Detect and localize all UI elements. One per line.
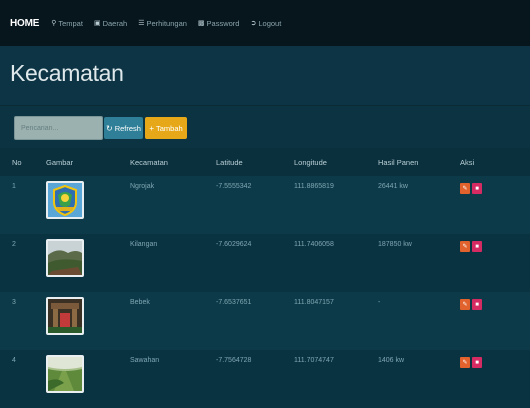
edit-button[interactable]: ✎ [460,357,470,368]
nav-item-logout[interactable]: ➲ Logout [250,19,281,28]
col-header-gambar[interactable]: Gambar [34,148,118,176]
edit-icon: ✎ [462,302,468,308]
emblem-image [48,183,82,217]
nav-item-label: Daerah [102,18,128,28]
cell-aksi: ✎ ■ [448,176,530,234]
cell-hasil-panen: 26441 kw [378,183,408,190]
cell-aksi: ✎ ■ [448,350,530,408]
picture-icon: ▣ [93,20,101,27]
nav-item-label: Password [206,18,240,28]
cell-kecamatan: Sawahan [130,357,160,364]
cell-longitude: 111.7406058 [294,241,334,248]
top-navbar: HOME ⚲ Tempat ▣ Daerah ☰ Perhitungan ▩ P… [0,0,530,46]
cell-longitude: 111.7074747 [294,357,334,364]
cell-hasil-panen: 1406 kw [378,357,405,364]
nav-item-tempat[interactable]: ⚲ Tempat [51,19,83,28]
cell-gambar [34,176,118,234]
refresh-icon: ↻ [106,123,113,133]
col-header-latitude[interactable]: Latitude [204,148,282,176]
edit-icon: ✎ [462,244,468,250]
delete-button[interactable]: ■ [472,241,482,252]
kecamatan-thumbnail[interactable] [46,181,84,219]
refresh-button[interactable]: ↻ Refresh [104,117,143,139]
delete-button[interactable]: ■ [472,357,482,368]
cell-latitude: -7.6029624 [216,241,252,248]
gate-image [48,299,82,333]
lock-icon: ▩ [197,20,205,27]
edit-icon: ✎ [462,186,468,192]
nav-item-label: Logout [258,18,282,28]
col-header-hasil-panen[interactable]: Hasil Panen [366,148,448,176]
trash-icon: ■ [475,243,479,250]
kecamatan-thumbnail[interactable] [46,297,84,335]
cell-aksi: ✎ ■ [448,234,530,292]
col-header-longitude[interactable]: Longitude [282,148,366,176]
nav-item-password[interactable]: ▩ Password [198,19,240,28]
col-header-kecamatan[interactable]: Kecamatan [118,148,204,176]
edit-button[interactable]: ✎ [460,183,470,194]
cell-longitude: 111.8047157 [294,299,334,306]
table-row: 2 Kilangan -7.6029624 111.7406058 187850… [0,234,530,292]
trash-icon: ■ [475,359,479,366]
page-header: Kecamatan [0,46,530,106]
nav-item-label: Perhitungan [146,18,187,28]
cell-no: 3 [12,299,16,306]
cell-no: 2 [12,241,16,248]
cell-hasil-panen: - [378,299,381,306]
cell-latitude: -7.7564728 [216,357,252,364]
kecamatan-thumbnail[interactable] [46,355,84,393]
col-header-aksi: Aksi [460,157,475,167]
cell-kecamatan: Bebek [130,299,150,306]
plus-icon: + [149,123,154,133]
delete-button[interactable]: ■ [472,183,482,194]
cell-kecamatan: Ngrojak [130,183,155,190]
edit-button[interactable]: ✎ [460,299,470,310]
logout-icon: ➲ [250,20,257,27]
nav-item-label: Tempat [58,18,83,28]
search-input[interactable] [14,116,103,140]
cell-no: 1 [12,183,16,190]
table-row: 3 Bebek -7.6537651 111.8047157 - ✎ ■ [0,292,530,350]
cell-aksi: ✎ ■ [448,292,530,350]
delete-button[interactable]: ■ [472,299,482,310]
nav-home-link[interactable]: HOME [10,18,39,29]
hills-image [48,241,82,275]
cell-gambar [34,234,118,292]
kecamatan-thumbnail[interactable] [46,239,84,277]
cell-gambar [34,292,118,350]
cell-latitude: -7.5555342 [216,183,252,190]
trash-icon: ■ [475,185,479,192]
page-title: Kecamatan [10,60,124,86]
field-image [48,357,82,391]
kecamatan-table: No Gambar Kecamatan Latitude Longitude H… [0,148,530,408]
toolbar: ↻ Refresh + Tambah [0,106,530,148]
add-button[interactable]: + Tambah [145,117,187,139]
map-marker-icon: ⚲ [51,20,57,27]
nav-item-perhitungan[interactable]: ☰ Perhitungan [138,19,187,28]
edit-icon: ✎ [462,360,468,366]
nav-item-daerah[interactable]: ▣ Daerah [94,19,127,28]
cell-kecamatan: Kilangan [130,241,158,248]
refresh-label: Refresh [114,123,141,133]
cell-hasil-panen: 187850 kw [378,241,412,248]
cell-gambar [34,350,118,408]
table-header-row: No Gambar Kecamatan Latitude Longitude H… [0,148,530,176]
trash-icon: ■ [475,301,479,308]
edit-button[interactable]: ✎ [460,241,470,252]
list-icon: ☰ [138,20,145,27]
cell-latitude: -7.6537651 [216,299,252,306]
table-row: 4 Sawahan -7.7564728 111.7074747 1406 kw [0,350,530,408]
cell-longitude: 111.8865819 [294,183,334,190]
cell-no: 4 [12,357,16,364]
add-label: Tambah [155,123,183,133]
table-row: 1 Ngrojak -7.5555342 111.8865819 26441 k… [0,176,530,234]
col-header-no[interactable]: No [0,148,34,176]
